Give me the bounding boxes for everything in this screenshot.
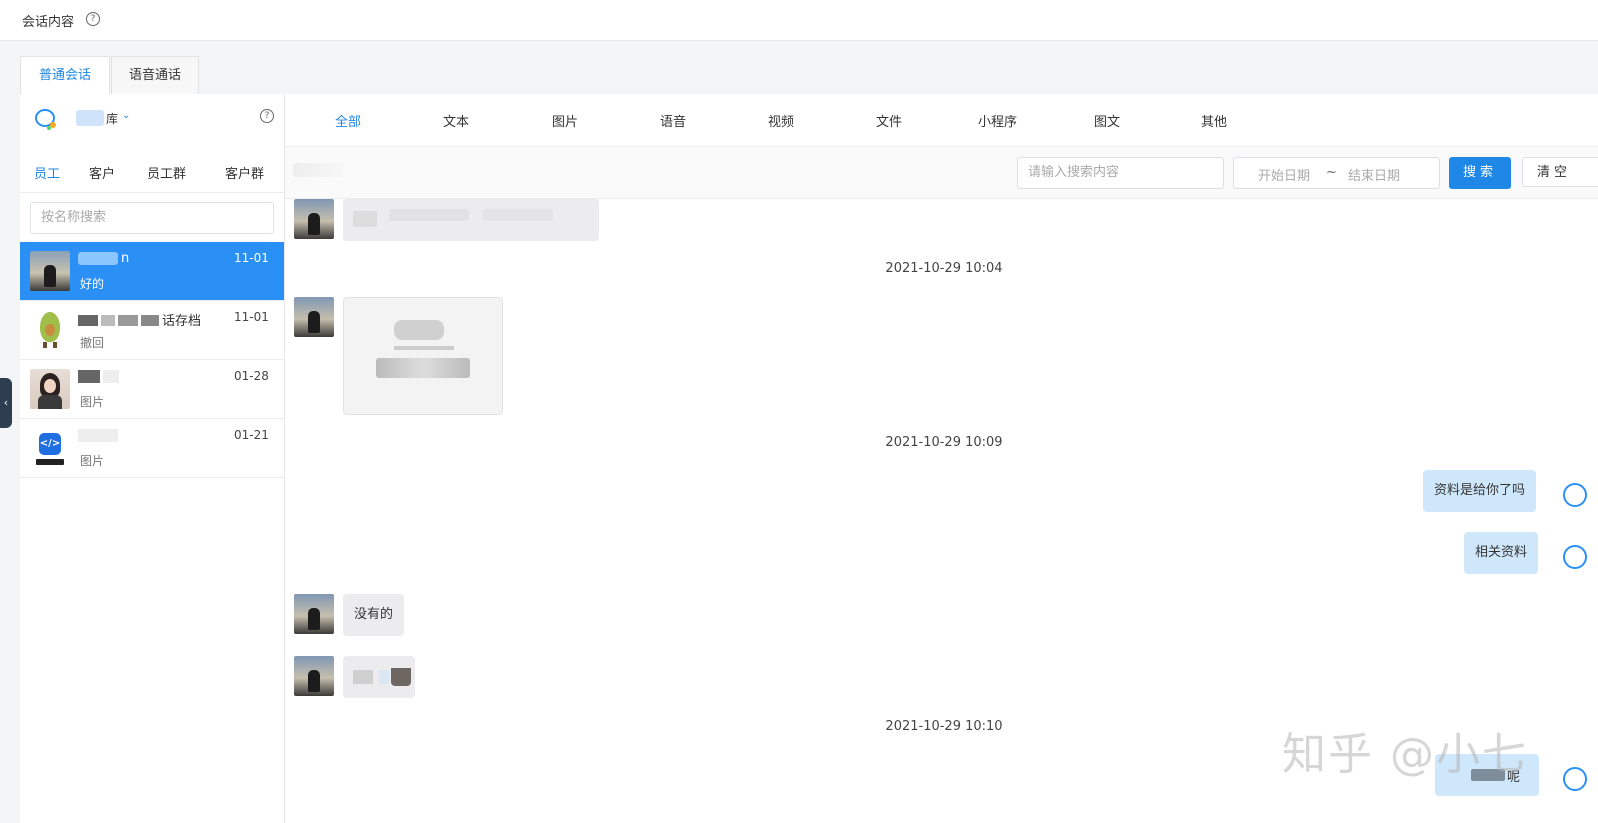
search-button[interactable]: 搜索 [1449,157,1511,189]
type-tab-text[interactable]: 文本 [443,111,469,130]
conversation-name: 话存档 [78,310,228,326]
list-item[interactable]: 话存档 11-01 撤回 [20,301,284,360]
subtab-employee[interactable]: 员工 [34,163,60,182]
question-circle-icon[interactable]: ? [86,12,100,26]
conversation-name [78,369,208,385]
name-suffix: n [121,251,130,266]
message-area: 全部 文本 图片 语音 视频 文件 小程序 图文 其他 开始日期 ~ 结束日期 … [285,94,1598,823]
name-redacted [118,315,138,326]
name-suffix: 话存档 [162,314,202,326]
keyword-search-field[interactable] [1017,157,1224,189]
name-redacted [103,370,119,383]
self-message-bubble: 相关资料 [1464,532,1539,574]
name-search-input[interactable] [31,203,271,231]
type-tab-video[interactable]: 视频 [768,111,794,130]
subtab-customer[interactable]: 客户 [89,163,115,182]
avatar [30,369,70,409]
conversation-time: 01-21 [234,428,269,442]
chat-logo-icon [1563,545,1587,569]
conversation-name: n [78,251,208,267]
chevron-down-icon: ⌄ [122,110,131,121]
type-tab-file[interactable]: 文件 [876,111,902,130]
name-redacted [101,315,115,326]
type-tab-all[interactable]: 全部 [335,111,361,130]
tab-normal-chat[interactable]: 普通会话 [20,56,110,95]
conversation-list: n 11-01 好的 话存档 11-01 撤回 01-28 图片 </> 01-… [20,242,284,478]
chat-partner-redacted [293,163,343,177]
subtab-customer-group[interactable]: 客户群 [225,163,264,182]
last-message: 好的 [80,277,105,291]
list-item[interactable]: </> 01-21 图片 [20,419,284,478]
account-name: 库 [106,112,119,126]
conversation-time: 11-01 [234,310,269,324]
chat-logo-icon [1563,767,1587,791]
start-date-placeholder[interactable]: 开始日期 [1258,165,1310,184]
end-date-placeholder[interactable]: 结束日期 [1348,165,1400,184]
type-tab-image[interactable]: 图片 [552,111,578,130]
page-title: 会话内容 [22,15,75,30]
name-redacted [78,315,98,326]
page-header: 会话内容 ? [0,0,1598,41]
name-redacted [78,429,118,442]
account-name-redacted [76,110,104,126]
collapse-handle-chevron-left-icon[interactable]: ‹ [0,378,12,428]
chat-panel: 库 ⌄ ? 员工 客户 员工群 客户群 n 11-01 好的 [20,94,1598,823]
tab-voice-call[interactable]: 语音通话 [111,56,199,95]
conversation-time: 01-28 [234,369,269,383]
keyword-search-input[interactable] [1018,158,1223,186]
message-bubble-redacted [343,199,599,241]
message-timestamp: 2021-10-29 10:04 [885,261,1003,276]
avatar [30,251,70,291]
clear-button[interactable]: 清空 [1522,157,1598,187]
list-item[interactable]: n 11-01 好的 [20,242,284,301]
last-message: 图片 [80,395,105,409]
avatar [294,199,334,239]
conversation-name [78,428,208,444]
type-tab-rich-media[interactable]: 图文 [1094,111,1120,130]
message-type-tabs: 全部 文本 图片 语音 视频 文件 小程序 图文 其他 [285,94,1598,147]
image-message-redacted[interactable] [343,297,503,415]
conversation-sidebar: 库 ⌄ ? 员工 客户 员工群 客户群 n 11-01 好的 [20,94,285,823]
avatar [294,656,334,696]
message-bubble: 没有的 [343,594,405,636]
conversation-time: 11-01 [234,251,269,265]
list-item[interactable]: 01-28 图片 [20,360,284,419]
message-timestamp: 2021-10-29 10:09 [885,435,1003,450]
chat-logo-icon [1563,483,1587,507]
name-redacted [78,370,100,383]
name-redacted [78,252,118,265]
type-tab-voice[interactable]: 语音 [660,111,686,130]
name-redacted [141,315,159,326]
avatar [294,594,334,634]
date-separator: ~ [1326,165,1337,180]
avatar-code-logo-icon: </> [30,428,70,468]
contact-type-tabs: 员工 客户 员工群 客户群 [20,158,284,193]
watermark: 知乎 @小七 [1282,729,1528,780]
subtab-employee-group[interactable]: 员工群 [147,163,186,182]
self-message-bubble: 资料是给你了吗 [1423,470,1537,512]
chat-logo-icon [35,109,56,130]
filter-bar: 开始日期 ~ 结束日期 搜索 清空 [285,147,1598,199]
name-search-field[interactable] [30,202,274,234]
type-tab-other[interactable]: 其他 [1201,111,1227,130]
type-tab-mini-program[interactable]: 小程序 [978,111,1017,130]
avatar [294,297,334,337]
date-range-picker[interactable]: 开始日期 ~ 结束日期 [1233,157,1440,189]
last-message: 撤回 [80,336,105,350]
avatar-avocado-icon [30,310,70,350]
last-message: 图片 [80,454,105,468]
message-bubble-redacted [343,656,415,698]
question-circle-icon[interactable]: ? [260,109,274,123]
